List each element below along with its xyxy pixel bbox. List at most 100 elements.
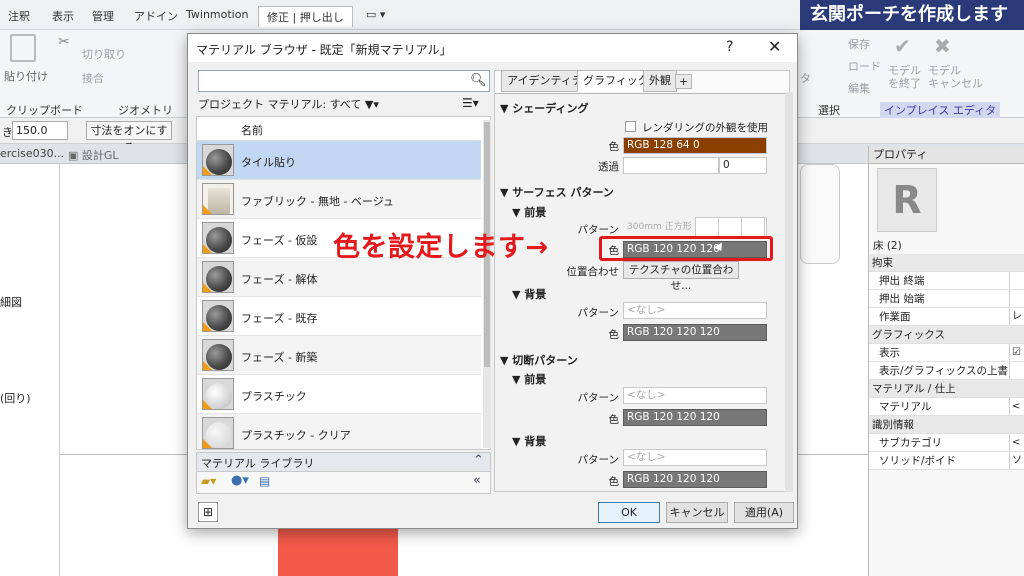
use-render-appearance-checkbox[interactable]: [625, 121, 636, 132]
cut-fg-color-swatch[interactable]: RGB 120 120 120: [623, 409, 767, 426]
dimension-toggle-button[interactable]: 寸法をオンにする: [86, 121, 172, 154]
navigation-wheel[interactable]: [800, 164, 840, 264]
load-inplace-label[interactable]: ロード: [848, 58, 881, 74]
tab-annotate[interactable]: 注釈: [8, 8, 30, 24]
save-inplace-label[interactable]: 保存: [848, 36, 870, 52]
shading-section-header[interactable]: ▼ シェーディング: [500, 100, 589, 116]
filter-icon[interactable]: ▼▾: [365, 98, 379, 111]
browser-item-around[interactable]: (回り): [0, 390, 31, 406]
material-row[interactable]: ファブリック - 無地 - ベージュ: [197, 180, 481, 219]
cancel-model-label[interactable]: モデル キャンセル: [928, 64, 983, 90]
property-row[interactable]: マテリアル <カ: [869, 398, 1024, 416]
property-value[interactable]: [1009, 272, 1024, 289]
view-options-icon[interactable]: ☰▾: [462, 96, 479, 110]
close-button[interactable]: ✕: [768, 37, 781, 56]
material-row[interactable]: タイル貼り: [197, 141, 481, 180]
property-value[interactable]: [1009, 290, 1024, 307]
property-row[interactable]: 押出 始端: [869, 290, 1024, 308]
add-tab-button[interactable]: +: [675, 74, 693, 89]
apply-button[interactable]: 適用(A): [734, 502, 794, 523]
surface-bg-section-header[interactable]: ▼ 背景: [512, 286, 546, 302]
tab-dropdown-icon[interactable]: ▭ ▾: [366, 8, 385, 21]
paste-label[interactable]: 貼り付け: [4, 68, 48, 84]
folder-icon[interactable]: ▰▾: [201, 474, 216, 488]
editor-scrollbar[interactable]: [785, 92, 793, 492]
material-row[interactable]: プラスチック: [197, 375, 481, 414]
material-row[interactable]: プラスチック - クリア: [197, 414, 481, 449]
tab-modify-extrusion[interactable]: 修正 | 押し出し: [258, 6, 353, 27]
browser-item-detail[interactable]: 細図: [0, 294, 22, 310]
cut-bg-pattern-field[interactable]: <なし>: [623, 449, 767, 466]
property-row[interactable]: ソリッド/ボイド ソリ: [869, 452, 1024, 470]
doc-tab-gl[interactable]: ▣ 設計GL: [68, 147, 119, 163]
name-column-header[interactable]: 名前: [241, 122, 263, 138]
property-value[interactable]: ☑: [1009, 344, 1024, 361]
tab-twinmotion[interactable]: Twinmotion: [186, 8, 248, 21]
cut-icon[interactable]: ✂: [58, 34, 70, 50]
annotation-highlight-box: [599, 236, 773, 261]
material-row[interactable]: フェーズ - 新築: [197, 336, 481, 375]
property-row[interactable]: 押出 終端: [869, 272, 1024, 290]
surface-pattern-section-header[interactable]: ▼ サーフェス パターン: [500, 184, 614, 200]
material-row[interactable]: フェーズ - 既存: [197, 297, 481, 336]
transparency-slider[interactable]: [623, 157, 719, 174]
project-materials-filter[interactable]: プロジェクト マテリアル: すべて ▼▾: [198, 96, 379, 112]
property-row[interactable]: 表示/グラフィックスの上書き: [869, 362, 1024, 380]
library-panel-icon[interactable]: ▤: [259, 474, 270, 488]
depth-input[interactable]: 150.0: [12, 121, 68, 140]
extrusion-shape[interactable]: [278, 524, 398, 576]
x-icon[interactable]: ✖: [934, 34, 951, 58]
tab-manage[interactable]: 管理: [92, 8, 114, 24]
expand-library-icon[interactable]: ⌃: [473, 453, 484, 468]
paste-icon[interactable]: [10, 34, 36, 62]
edit-inplace-label[interactable]: 編集: [848, 80, 870, 96]
surface-fg-section-header[interactable]: ▼ 前景: [512, 204, 546, 220]
join-label[interactable]: 接合: [82, 70, 104, 86]
surface-fg-pattern-name[interactable]: 300mm 正方形: [623, 219, 695, 236]
help-button[interactable]: ?: [726, 39, 733, 55]
tab-view[interactable]: 表示: [52, 8, 74, 24]
ok-button[interactable]: OK: [598, 502, 660, 523]
property-value[interactable]: <な: [1009, 434, 1024, 451]
cut-bg-section-header[interactable]: ▼ 背景: [512, 433, 546, 449]
surface-fg-pattern-swatch[interactable]: [695, 217, 767, 237]
cancel-button[interactable]: キャンセル: [666, 502, 728, 523]
property-value[interactable]: <カ: [1009, 398, 1024, 415]
tab-appearance[interactable]: 外観: [643, 70, 677, 92]
select-group-title: 選択: [818, 104, 840, 117]
shading-color-swatch[interactable]: RGB 128 64 0: [623, 137, 767, 154]
property-row[interactable]: 作業面 レベ: [869, 308, 1024, 326]
cut-fg-pattern-field[interactable]: <なし>: [623, 387, 767, 404]
transparency-value[interactable]: 0: [719, 157, 767, 174]
type-selector[interactable]: 床 (2): [869, 238, 1024, 252]
finish-model-label[interactable]: モデル を終了: [888, 64, 921, 90]
cut-bg-color-swatch[interactable]: RGB 120 120 120: [623, 471, 767, 488]
property-category[interactable]: グラフィックス: [869, 326, 1024, 344]
material-editor-toggle-icon[interactable]: ⊞: [198, 502, 218, 522]
texture-alignment-button[interactable]: テクスチャの位置合わせ...: [623, 261, 739, 292]
property-value[interactable]: ソリ: [1009, 452, 1024, 469]
material-search-input[interactable]: [198, 70, 490, 92]
material-name: フェーズ - 仮設: [241, 234, 318, 247]
cut-fg-section-header[interactable]: ▼ 前景: [512, 371, 546, 387]
property-value[interactable]: レベ: [1009, 308, 1024, 325]
surface-bg-pattern-field[interactable]: <なし>: [623, 302, 767, 319]
search-icon[interactable]: 🔍︎: [470, 73, 487, 88]
surface-bg-color-swatch[interactable]: RGB 120 120 120: [623, 324, 767, 341]
tab-addins[interactable]: アドイン: [134, 8, 178, 24]
property-category[interactable]: マテリアル / 仕上: [869, 380, 1024, 398]
cut-pattern-section-header[interactable]: ▼ 切断パターン: [500, 352, 578, 368]
shading-color-label: 色: [608, 141, 620, 153]
cut-label[interactable]: 切り取り: [82, 46, 126, 62]
collapse-left-icon[interactable]: «: [473, 473, 481, 488]
check-icon[interactable]: ✔: [894, 34, 911, 58]
property-row[interactable]: 表示 ☑: [869, 344, 1024, 362]
property-category[interactable]: 識別情報: [869, 416, 1024, 434]
property-value[interactable]: [1009, 362, 1024, 379]
property-row[interactable]: サブカテゴリ <な: [869, 434, 1024, 452]
new-material-icon[interactable]: ●▾: [231, 473, 249, 488]
doc-tab-exercise[interactable]: ercise030...: [0, 147, 64, 160]
property-category[interactable]: 拘束: [869, 254, 1024, 272]
material-thumbnail: [202, 300, 234, 332]
project-tag-icon: [203, 322, 212, 331]
